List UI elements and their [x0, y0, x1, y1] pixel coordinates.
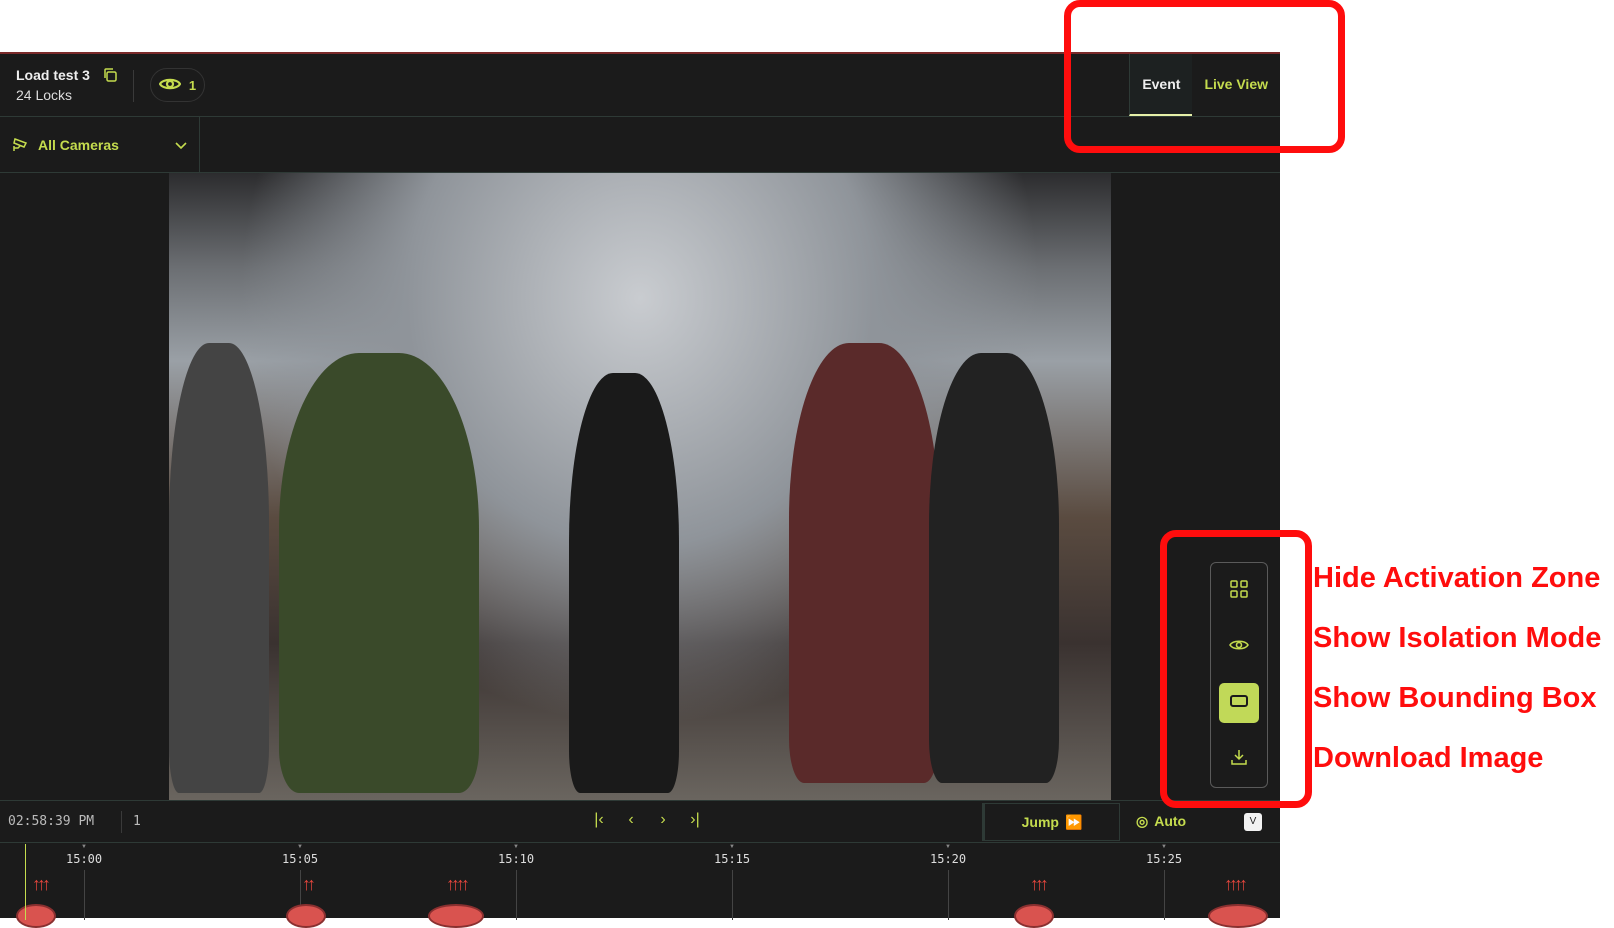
playhead[interactable]	[25, 844, 26, 920]
eye-icon: ◎	[1136, 813, 1149, 829]
fast-forward-icon: ⏩	[1064, 813, 1083, 830]
timeline-tick: ▼ 15:20	[930, 844, 966, 920]
annotation-box-tabs	[1064, 0, 1345, 153]
annotation-label: Hide Activation Zone	[1313, 562, 1601, 594]
divider	[121, 811, 122, 833]
jump-label: Jump	[1021, 814, 1059, 830]
event-cluster[interactable]	[428, 904, 484, 928]
viewers-badge[interactable]: 1	[150, 68, 205, 102]
camera-select-label: All Cameras	[38, 137, 119, 153]
skip-first-icon[interactable]: |‹	[590, 811, 608, 829]
event-cluster[interactable]	[1014, 904, 1054, 928]
skip-last-icon[interactable]: ›|	[686, 811, 704, 829]
timeline-tick: ▼ 15:25	[1146, 844, 1182, 920]
event-marker[interactable]: ↑↑↑	[1030, 874, 1049, 895]
auto-toggle[interactable]: ◎ Auto	[1136, 813, 1186, 830]
auto-label: Auto	[1154, 813, 1187, 829]
jump-button[interactable]: Jump ⏩	[982, 803, 1120, 841]
event-marker[interactable]: ↑↑↑↑	[446, 874, 470, 895]
event-marker[interactable]: ↑↑	[302, 874, 316, 895]
camera-icon	[12, 136, 30, 155]
annotation-label: Show Bounding Box	[1313, 682, 1597, 714]
camera-select[interactable]: All Cameras	[0, 117, 200, 173]
event-marker[interactable]: ↑↑↑	[32, 874, 51, 895]
previous-icon[interactable]: ‹	[622, 811, 640, 829]
timeline[interactable]: ▼ 15:00 ▼ 15:05 ▼ 15:10 ▼ 15:15 ▼ 15:20 ▼ 15:2…	[0, 844, 1280, 928]
event-marker[interactable]: ↑↑↑↑	[1224, 874, 1248, 895]
event-cluster[interactable]	[16, 904, 56, 928]
playback-controls: 02:58:39 PM 1 |‹ ‹ › ›| Jump ⏩ ◎ Auto V	[0, 800, 1280, 843]
event-count: 1	[133, 814, 141, 829]
page-title: Load test 3	[16, 67, 90, 83]
timeline-tick: ▼ 15:10	[498, 844, 534, 920]
locks-count: 24 Locks	[16, 87, 73, 103]
viewers-count: 1	[188, 77, 197, 93]
event-cluster[interactable]	[1208, 904, 1268, 928]
annotation-label: Show Isolation Mode	[1313, 622, 1602, 654]
camera-event-viewer: Load test 3 24 Locks 1 Event Live View A…	[0, 52, 1280, 928]
annotation-box-tools	[1160, 530, 1312, 808]
chevron-down-icon	[175, 137, 187, 153]
timeline-tick: ▼ 15:00	[66, 844, 102, 920]
current-time: 02:58:39 PM	[8, 814, 95, 829]
annotation-label: Download Image	[1313, 742, 1544, 774]
copy-icon[interactable]	[102, 67, 118, 88]
event-image	[169, 173, 1111, 800]
event-cluster[interactable]	[286, 904, 326, 928]
eye-icon	[158, 76, 182, 95]
keyboard-shortcut-badge: V	[1244, 813, 1262, 831]
next-icon[interactable]: ›	[654, 811, 672, 829]
divider	[133, 70, 134, 102]
timeline-tick: ▼ 15:15	[714, 844, 750, 920]
nav-buttons: |‹ ‹ › ›|	[590, 811, 704, 829]
